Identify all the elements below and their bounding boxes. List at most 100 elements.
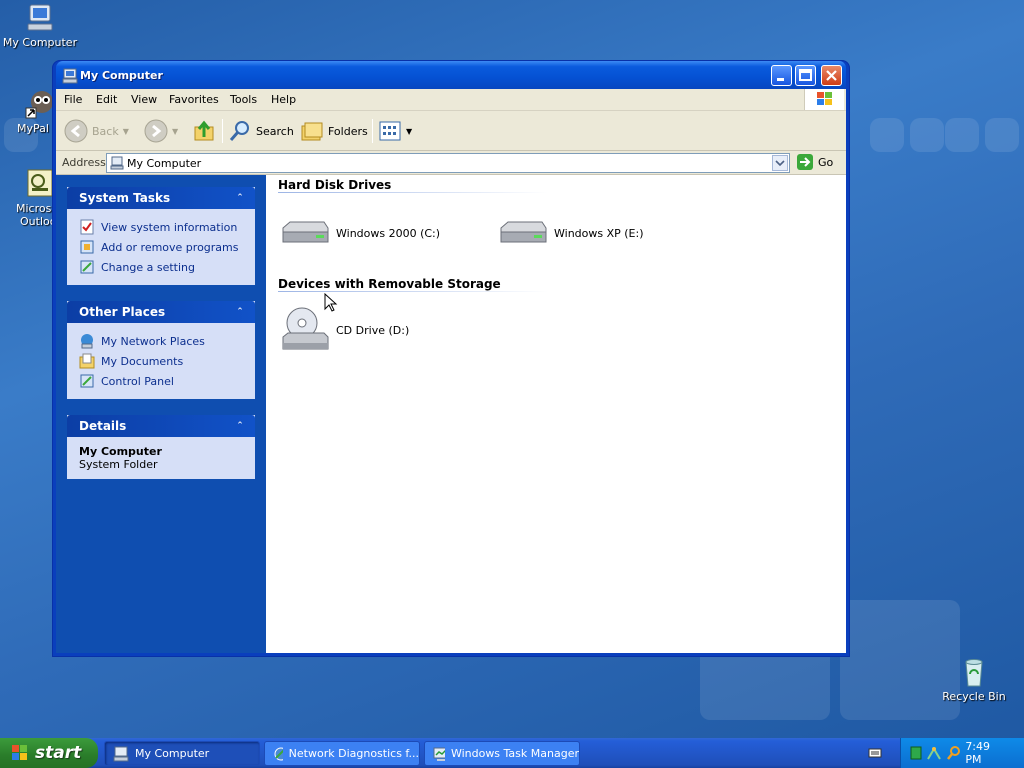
chevron-down-icon: ▼: [122, 126, 129, 136]
desktop-icon-label: My Computer: [2, 36, 78, 49]
menu-tools[interactable]: Tools: [230, 93, 257, 106]
keyboard-icon[interactable]: [868, 747, 882, 759]
window-titlebar[interactable]: My Computer: [56, 61, 846, 89]
panel-title: Other Places: [79, 305, 166, 319]
hard-drive-icon: [282, 221, 329, 243]
menu-file[interactable]: File: [64, 93, 82, 106]
windows-logo: [804, 89, 844, 110]
desktop-icon-label: Recycle Bin: [942, 690, 1006, 703]
go-button[interactable]: Go: [796, 153, 833, 171]
search-icon: [229, 121, 249, 141]
system-info-icon: [80, 219, 94, 235]
up-folder-icon: [194, 120, 214, 141]
network-icon[interactable]: [926, 745, 942, 761]
taskbar-my-computer[interactable]: My Computer: [104, 741, 260, 766]
desktop-decoration: [945, 118, 979, 152]
task-add-remove-programs[interactable]: Add or remove programs: [79, 237, 243, 257]
hard-drive-icon: [500, 221, 547, 243]
folders-label: Folders: [328, 124, 368, 138]
collapse-icon[interactable]: ⌃: [233, 191, 247, 205]
other-places-header[interactable]: Other Places ⌃: [67, 301, 255, 323]
network-places-icon: [81, 334, 93, 349]
group-divider: [278, 291, 548, 292]
task-view-system-info[interactable]: View system information: [79, 217, 243, 237]
menu-favorites[interactable]: Favorites: [169, 93, 219, 106]
menu-bar: File Edit View Favorites Tools Help: [56, 89, 846, 111]
recycle-bin-icon: [965, 659, 983, 687]
drive-d[interactable]: CD Drive (D:): [280, 305, 409, 355]
minimize-icon: [777, 78, 784, 81]
my-computer-icon: [27, 4, 53, 31]
details-type: System Folder: [79, 458, 158, 471]
desktop-decoration: [985, 118, 1019, 152]
menu-edit[interactable]: Edit: [96, 93, 117, 106]
windows-flag-icon: [12, 745, 27, 760]
toolbar-separator: [222, 119, 223, 143]
menu-help[interactable]: Help: [271, 93, 296, 106]
views-icon: [379, 121, 401, 141]
taskbar-label: My Computer: [135, 747, 210, 760]
desktop-icon-my-computer[interactable]: My Computer: [0, 2, 80, 49]
window-title: My Computer: [80, 69, 163, 82]
menu-view[interactable]: View: [131, 93, 157, 106]
other-places-panel: Other Places ⌃ My Network Places My Docu…: [67, 301, 255, 399]
details-name: My Computer: [79, 445, 162, 458]
place-my-documents[interactable]: My Documents: [79, 351, 243, 371]
taskbar-network-diagnostics[interactable]: Network Diagnostics f...: [264, 741, 420, 766]
back-button[interactable]: Back ▼: [64, 119, 129, 143]
forward-arrow-icon: [144, 119, 168, 143]
tray-status-icon[interactable]: [909, 746, 922, 760]
back-label: Back: [92, 124, 119, 138]
chevron-down-icon: [775, 160, 785, 167]
taskbar-task-manager[interactable]: Windows Task Manager: [424, 741, 580, 766]
window-content: System Tasks ⌃ View system information A…: [56, 175, 846, 653]
desktop-decoration: [870, 118, 904, 152]
search-icon[interactable]: [946, 745, 961, 761]
task-label: Add or remove programs: [101, 240, 239, 254]
my-computer-icon: [110, 156, 124, 170]
panel-title: System Tasks: [79, 191, 171, 205]
close-icon: [826, 70, 837, 81]
drive-label: Windows XP (E:): [554, 226, 644, 240]
control-panel-icon: [80, 260, 94, 274]
panel-title: Details: [79, 419, 127, 433]
forward-button[interactable]: ▼: [144, 119, 178, 143]
minimize-button[interactable]: [771, 65, 792, 86]
start-button[interactable]: start: [0, 738, 98, 768]
task-change-setting[interactable]: Change a setting: [79, 257, 243, 277]
desktop-icon-recycle-bin[interactable]: Recycle Bin: [934, 656, 1014, 703]
windows-flag-icon: [817, 92, 832, 105]
views-button[interactable]: ▼: [378, 119, 412, 143]
search-button[interactable]: Search: [228, 119, 294, 143]
clock[interactable]: 7:49 PM: [965, 740, 1008, 766]
address-value: My Computer: [127, 157, 202, 170]
system-tray: 7:49 PM: [900, 738, 1024, 768]
system-tasks-header[interactable]: System Tasks ⌃: [67, 187, 255, 209]
maximize-button[interactable]: [795, 65, 816, 86]
address-dropdown-button[interactable]: [772, 155, 788, 171]
my-computer-icon: [62, 68, 78, 84]
folders-button[interactable]: Folders: [300, 119, 368, 143]
details-header[interactable]: Details ⌃: [67, 415, 255, 437]
place-control-panel[interactable]: Control Panel: [79, 371, 243, 391]
task-label: Change a setting: [101, 260, 195, 274]
taskbar-label: Windows Task Manager: [450, 747, 579, 760]
collapse-icon[interactable]: ⌃: [233, 305, 247, 319]
desktop-decoration: [910, 118, 944, 152]
place-network-places[interactable]: My Network Places: [79, 331, 243, 351]
details-panel: Details ⌃ My Computer System Folder: [67, 415, 255, 479]
go-label: Go: [818, 155, 834, 169]
place-label: My Documents: [101, 354, 184, 368]
collapse-icon[interactable]: ⌃: [233, 419, 247, 433]
chevron-down-icon: ▼: [406, 126, 413, 136]
drive-e[interactable]: Windows XP (E:): [498, 218, 644, 248]
group-title-hard-disks: Hard Disk Drives: [278, 178, 392, 192]
taskbar: start My Computer Network Diagnostics f.…: [0, 738, 1024, 768]
add-remove-programs-icon: [80, 240, 94, 254]
drive-c[interactable]: Windows 2000 (C:): [280, 218, 440, 248]
cd-drive-icon: [282, 307, 329, 350]
address-input[interactable]: My Computer: [106, 153, 790, 173]
up-folder-button[interactable]: [192, 119, 216, 143]
close-button[interactable]: [821, 65, 842, 86]
drive-label: CD Drive (D:): [336, 323, 410, 337]
